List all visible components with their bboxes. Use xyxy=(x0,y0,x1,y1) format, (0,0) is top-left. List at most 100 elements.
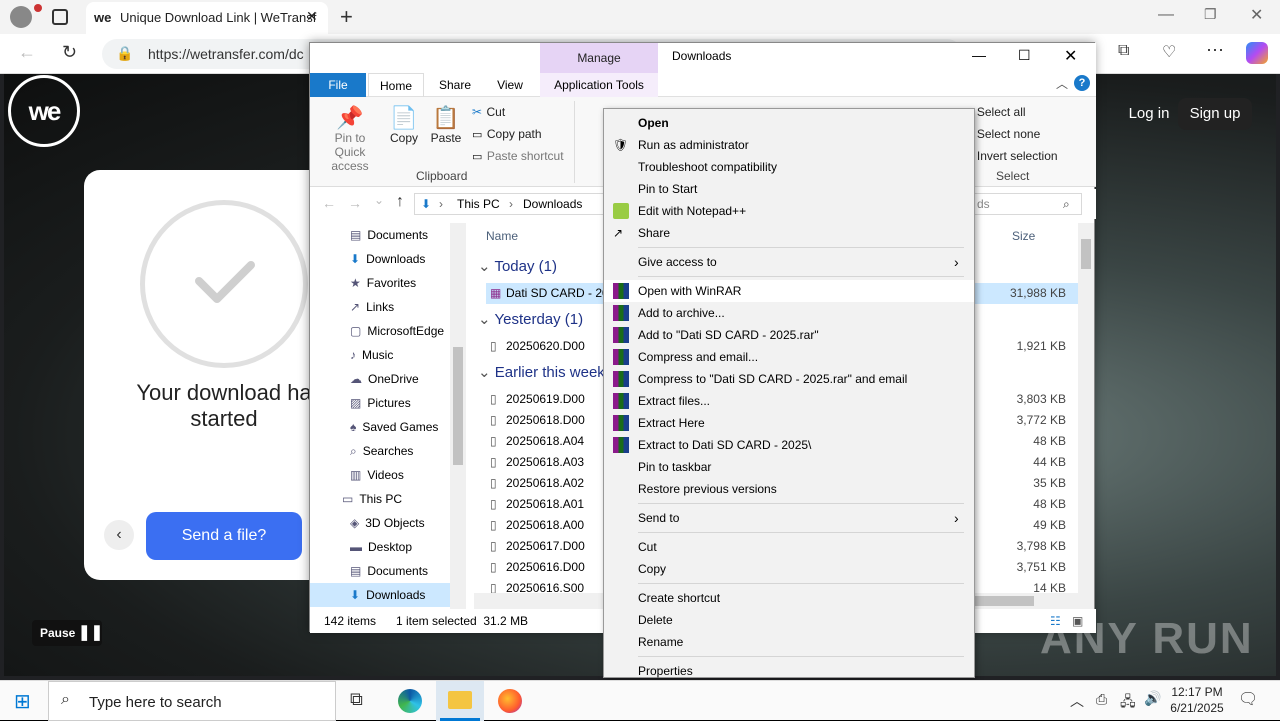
collections-icon[interactable]: ⧉ xyxy=(1118,42,1129,60)
menu-item-extract-files[interactable]: Extract files... xyxy=(604,390,974,412)
nav-scrollbar[interactable] xyxy=(450,223,466,609)
nav-item-pictures[interactable]: ▨ Pictures xyxy=(310,391,450,415)
details-view-icon[interactable]: ☷ xyxy=(1050,609,1061,633)
close-tab-icon[interactable]: ✕ xyxy=(306,8,318,25)
recent-icon[interactable]: ⌄ xyxy=(374,193,384,207)
tab-actions-icon[interactable] xyxy=(52,9,68,25)
maximize-icon[interactable]: ☐ xyxy=(1018,47,1031,64)
tab-file[interactable]: File xyxy=(310,73,366,97)
back-icon[interactable]: ← xyxy=(18,42,36,63)
menu-item-properties[interactable]: Properties xyxy=(604,660,974,682)
copy-path-button[interactable]: ▭ Copy path xyxy=(472,125,542,143)
nav-item-documents[interactable]: ▤ Documents xyxy=(310,559,450,583)
nav-item-downloads[interactable]: ⬇ Downloads xyxy=(310,247,450,271)
pin-quick-access-button[interactable]: 📌 Pin to Quick access xyxy=(318,105,382,173)
signup-button[interactable]: Sign up xyxy=(1178,98,1252,130)
tab-home[interactable]: Home xyxy=(368,73,424,97)
nav-item-onedrive[interactable]: ☁ OneDrive xyxy=(310,367,450,391)
notifications-icon[interactable]: 🗨 xyxy=(1238,689,1258,709)
file-scroll-thumb[interactable] xyxy=(1081,239,1091,269)
tray-device-icon[interactable]: ⎙ xyxy=(1096,691,1107,708)
nav-item-desktop[interactable]: ▬ Desktop xyxy=(310,535,450,559)
nav-item-favorites[interactable]: ★ Favorites xyxy=(310,271,450,295)
close-window-icon[interactable]: ✕ xyxy=(1250,5,1263,25)
more-icon[interactable]: ⋯ xyxy=(1206,40,1224,61)
col-size-header[interactable]: Size xyxy=(1012,229,1035,243)
menu-item-troubleshoot-compatibility[interactable]: Troubleshoot compatibility xyxy=(604,156,974,178)
menu-item-open[interactable]: Open xyxy=(604,112,974,134)
nav-item-saved-games[interactable]: ♠ Saved Games xyxy=(310,415,450,439)
forward-icon[interactable]: → xyxy=(348,195,362,211)
menu-item-restore-previous-versions[interactable]: Restore previous versions xyxy=(604,478,974,500)
large-icons-view-icon[interactable]: ▣ xyxy=(1072,609,1083,633)
menu-item-share[interactable]: ↗ Share xyxy=(604,222,974,244)
performance-icon[interactable]: ♡ xyxy=(1162,42,1176,62)
menu-item-copy[interactable]: Copy xyxy=(604,558,974,580)
file-scrollbar[interactable] xyxy=(1078,223,1094,609)
menu-item-delete[interactable]: Delete xyxy=(604,609,974,631)
help-icon[interactable]: ? xyxy=(1074,75,1090,91)
menu-item-extract-to-dati-sd-card-2025[interactable]: Extract to Dati SD CARD - 2025\ xyxy=(604,434,974,456)
group-header[interactable]: ⌄ Earlier this week xyxy=(478,363,605,381)
explorer-taskbar-button[interactable] xyxy=(436,681,484,721)
nav-item-searches[interactable]: ⌕ Searches xyxy=(310,439,450,463)
breadcrumb-this-pc[interactable]: This PC xyxy=(457,194,500,214)
nav-item-documents[interactable]: ▤ Documents xyxy=(310,223,450,247)
search-field[interactable]: ds ⌕ xyxy=(970,193,1082,215)
menu-item-add-to-archive[interactable]: Add to archive... xyxy=(604,302,974,324)
nav-item-3d-objects[interactable]: ◈ 3D Objects xyxy=(310,511,450,535)
tab-wetransfer[interactable]: we Unique Download Link | WeTransf ✕ xyxy=(86,2,328,34)
minimize-icon[interactable]: — xyxy=(1158,6,1174,24)
menu-item-add-to-dati-sd-card-2025-rar[interactable]: Add to "Dati SD CARD - 2025.rar" xyxy=(604,324,974,346)
wetransfer-logo[interactable]: we xyxy=(8,75,80,147)
menu-item-send-to[interactable]: Send to › xyxy=(604,507,974,529)
firefox-icon[interactable] xyxy=(498,689,522,713)
breadcrumb[interactable]: ⬇ › This PC › Downloads xyxy=(414,193,610,215)
reload-icon[interactable]: ↻ xyxy=(62,42,77,63)
collapse-ribbon-icon[interactable]: ︿ xyxy=(1056,75,1068,92)
col-name-header[interactable]: Name xyxy=(486,229,518,243)
nav-item-downloads[interactable]: ⬇ Downloads xyxy=(310,583,450,607)
nav-item-this-pc[interactable]: ▭ This PC xyxy=(310,487,450,511)
tray-chevron-icon[interactable]: ︿ xyxy=(1070,691,1084,711)
paste-shortcut-button[interactable]: ▭ Paste shortcut xyxy=(472,147,564,165)
nav-item-links[interactable]: ↗ Links xyxy=(310,295,450,319)
copilot-icon[interactable] xyxy=(1246,42,1268,64)
group-header[interactable]: ⌄ Yesterday (1) xyxy=(478,310,583,328)
task-view-icon[interactable]: ⧉ xyxy=(350,689,363,710)
menu-item-cut[interactable]: Cut xyxy=(604,536,974,558)
profile-avatar[interactable] xyxy=(10,4,42,28)
menu-item-edit-with-notepad[interactable]: Edit with Notepad++ xyxy=(604,200,974,222)
nav-scroll-thumb[interactable] xyxy=(453,347,463,465)
tab-share[interactable]: Share xyxy=(428,73,482,97)
edge-icon[interactable] xyxy=(398,689,422,713)
tab-application-tools[interactable]: Application Tools xyxy=(540,73,658,97)
minimize-icon[interactable]: — xyxy=(972,47,986,63)
menu-item-run-as-administrator[interactable]: 🛡 Run as administrator xyxy=(604,134,974,156)
pause-button[interactable]: Pause ❚❚ xyxy=(32,620,103,646)
group-header[interactable]: ⌄ Today (1) xyxy=(478,257,557,275)
cut-button[interactable]: ✂ Cut xyxy=(472,103,505,121)
prev-arrow-icon[interactable]: ‹ xyxy=(104,520,134,550)
tab-view[interactable]: View xyxy=(484,73,536,97)
restore-icon[interactable]: ❐ xyxy=(1204,6,1217,23)
up-icon[interactable]: ↑ xyxy=(396,193,404,211)
new-tab-icon[interactable]: + xyxy=(340,4,353,30)
invert-selection-button[interactable]: ▦ Invert selection xyxy=(962,147,1058,165)
back-icon[interactable]: ← xyxy=(322,195,336,211)
nav-item-videos[interactable]: ▥ Videos xyxy=(310,463,450,487)
menu-item-extract-here[interactable]: Extract Here xyxy=(604,412,974,434)
menu-item-create-shortcut[interactable]: Create shortcut xyxy=(604,587,974,609)
breadcrumb-downloads[interactable]: Downloads xyxy=(523,194,582,214)
start-icon[interactable]: ⊞ xyxy=(14,689,31,714)
menu-item-pin-to-taskbar[interactable]: Pin to taskbar xyxy=(604,456,974,478)
copy-button[interactable]: 📄 Copy xyxy=(386,105,422,145)
nav-item-microsoftedge[interactable]: ▢ MicrosoftEdge xyxy=(310,319,450,343)
menu-item-open-with-winrar[interactable]: Open with WinRAR xyxy=(604,280,974,302)
manage-tab[interactable]: Manage xyxy=(540,43,658,75)
clock[interactable]: 12:17 PM 6/21/2025 xyxy=(1164,684,1230,716)
network-icon[interactable]: 🖧 xyxy=(1120,691,1136,715)
close-icon[interactable]: ✕ xyxy=(1064,46,1077,66)
menu-item-give-access-to[interactable]: Give access to › xyxy=(604,251,974,273)
volume-icon[interactable]: 🔊 xyxy=(1144,690,1161,707)
